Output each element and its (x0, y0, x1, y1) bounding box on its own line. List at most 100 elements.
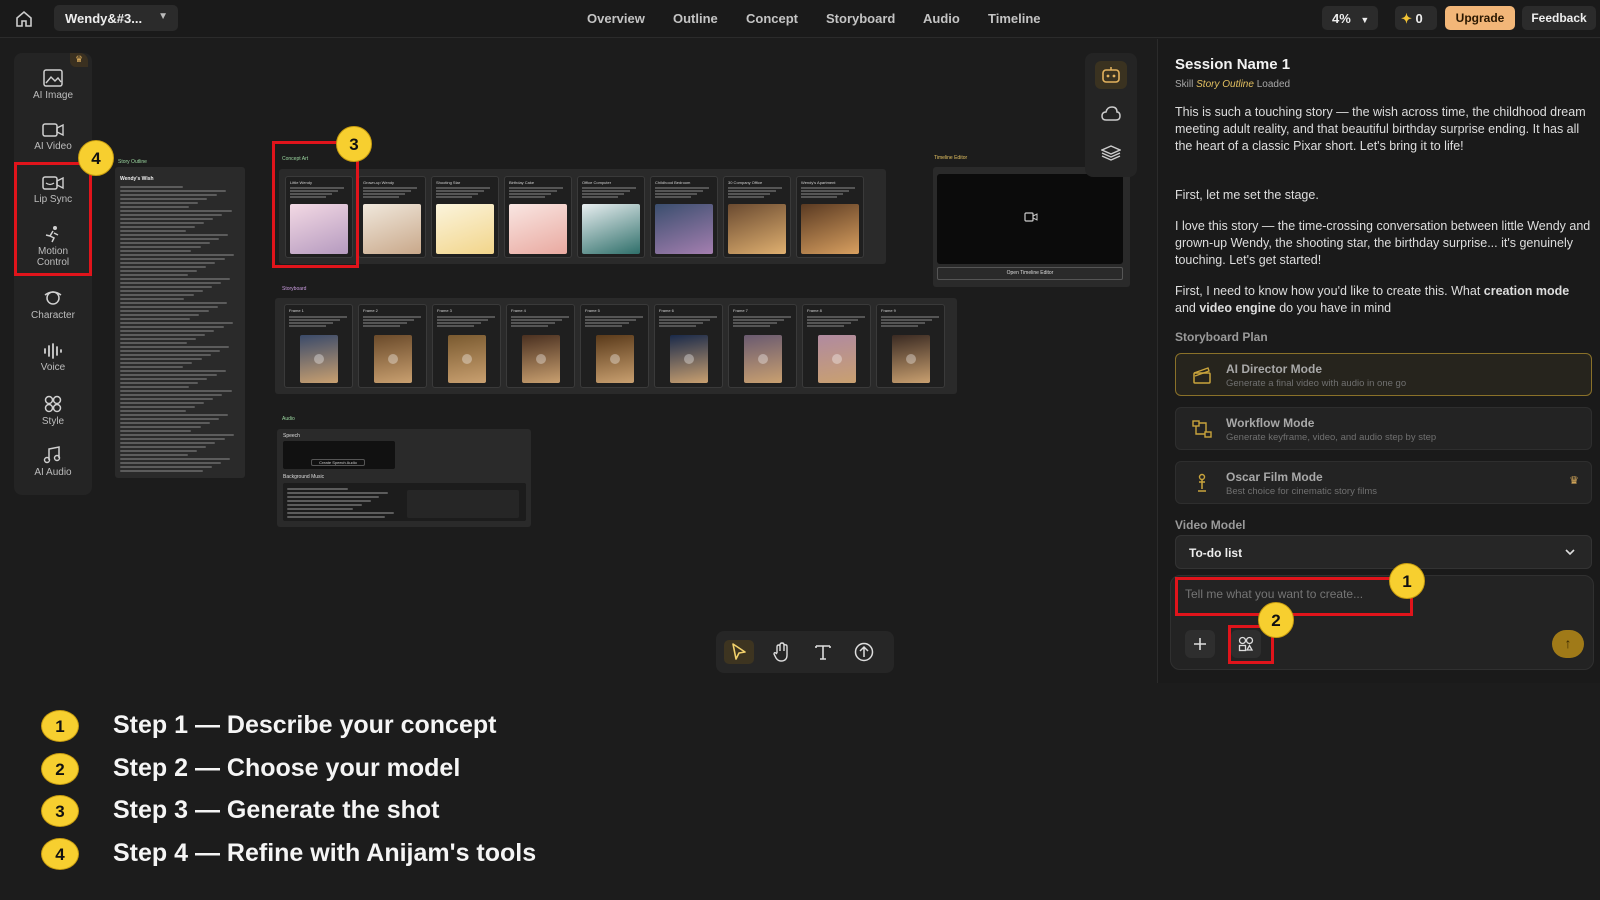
tool-ai-image[interactable]: AI Image (14, 69, 92, 101)
timeline-tag: Timeline Editor (934, 155, 968, 161)
chevron-down-icon: ▼ (1360, 15, 1370, 25)
layers-icon[interactable] (1101, 145, 1121, 161)
text-line (120, 250, 192, 252)
mode-title: Oscar Film Mode (1226, 470, 1323, 484)
text-line (120, 466, 212, 468)
canvas-side-toolbar (1085, 53, 1137, 177)
text-line (120, 274, 188, 276)
text-line (289, 316, 347, 318)
robot-icon (1102, 67, 1120, 83)
tool-character[interactable]: Character (14, 289, 92, 321)
text-line (287, 504, 362, 506)
text-line (733, 316, 791, 318)
skill-suffix: Loaded (1256, 79, 1291, 90)
play-icon[interactable] (610, 354, 620, 364)
send-button[interactable]: ↑ (1552, 630, 1584, 658)
tool-voice[interactable]: Voice (14, 343, 92, 373)
concept-card[interactable]: Shooting Star (431, 176, 499, 258)
text-line (120, 246, 201, 248)
nav-storyboard[interactable]: Storyboard (826, 11, 895, 26)
feedback-button[interactable]: Feedback (1522, 6, 1596, 30)
zoom-value: 4% (1332, 11, 1351, 26)
text-line (881, 316, 939, 318)
text-line (655, 196, 691, 198)
select-tool-button[interactable] (724, 640, 754, 664)
upgrade-button[interactable]: Upgrade (1445, 6, 1515, 30)
text-tool-button[interactable] (808, 640, 838, 664)
ai-assistant-button[interactable] (1095, 61, 1127, 89)
text-line (287, 516, 385, 518)
concept-card[interactable]: Birthday Cake (504, 176, 572, 258)
text-line (881, 325, 918, 327)
video-icon (1024, 212, 1038, 222)
concept-card-title: Childhood Bedroom (655, 180, 691, 185)
concept-card[interactable]: Childhood Bedroom (650, 176, 718, 258)
upload-icon (854, 642, 874, 662)
audio-player[interactable] (407, 490, 519, 518)
text-line (659, 319, 710, 321)
storyboard-frame[interactable]: Frame 2 (358, 304, 427, 388)
oscar-film-mode-option[interactable]: Oscar Film Mode Best choice for cinemati… (1175, 461, 1592, 504)
open-timeline-editor-button[interactable]: Open Timeline Editor (937, 267, 1123, 280)
text-line (363, 319, 414, 321)
text-line (655, 187, 709, 189)
text-line (120, 290, 203, 292)
text-line (363, 325, 400, 327)
video-model-select[interactable]: To-do list (1175, 535, 1592, 569)
add-attachment-button[interactable] (1185, 630, 1215, 658)
credits-counter[interactable]: ✦ 0 (1395, 6, 1437, 30)
create-speech-audio-button[interactable]: Create Speech Audio (311, 459, 365, 466)
storyboard-frame[interactable]: Frame 8 (802, 304, 871, 388)
arrow-up-icon: ↑ (1564, 635, 1572, 651)
video-icon (42, 123, 64, 137)
nav-audio[interactable]: Audio (923, 11, 960, 26)
play-icon[interactable] (832, 354, 842, 364)
nav-overview[interactable]: Overview (587, 11, 645, 26)
tool-style[interactable]: Style (14, 395, 92, 427)
hand-tool-button[interactable] (767, 640, 797, 664)
play-icon[interactable] (462, 354, 472, 364)
project-selector[interactable]: Wendy&#3... ▼ (54, 5, 178, 31)
text-line (120, 286, 212, 288)
concept-card[interactable]: Wendy's Apartment (796, 176, 864, 258)
ai-director-mode-option[interactable]: AI Director Mode Generate a final video … (1175, 353, 1592, 396)
concept-card[interactable]: Office Computer (577, 176, 645, 258)
storyboard-frame[interactable]: Frame 4 (506, 304, 575, 388)
storyboard-frame[interactable]: Frame 7 (728, 304, 797, 388)
skill-prefix: Skill (1175, 79, 1194, 90)
nav-concept[interactable]: Concept (746, 11, 798, 26)
concept-card[interactable]: Grown-up Wendy (358, 176, 426, 258)
nav-timeline[interactable]: Timeline (988, 11, 1041, 26)
play-icon[interactable] (536, 354, 546, 364)
assistant-message-2: First, let me set the stage. (1175, 188, 1319, 202)
audio-tag: Audio (282, 416, 295, 422)
play-icon[interactable] (388, 354, 398, 364)
concept-card-title: Wendy's Apartment (801, 180, 836, 185)
text-emphasis: creation mode (1483, 284, 1570, 298)
concept-card[interactable]: 30 Company Office (723, 176, 791, 258)
storyboard-frame[interactable]: Frame 1 (284, 304, 353, 388)
workflow-mode-option[interactable]: Workflow Mode Generate keyframe, video, … (1175, 407, 1592, 450)
play-icon[interactable] (684, 354, 694, 364)
tool-ai-audio[interactable]: AI Audio (14, 446, 92, 478)
cloud-icon[interactable] (1101, 106, 1121, 122)
tool-label: Character (31, 310, 75, 321)
hand-icon (773, 642, 788, 662)
storyboard-frame[interactable]: Frame 9 (876, 304, 945, 388)
storyboard-frame[interactable]: Frame 6 (654, 304, 723, 388)
text-line (120, 278, 231, 280)
home-icon[interactable] (14, 9, 34, 29)
play-icon[interactable] (906, 354, 916, 364)
text-line (881, 322, 925, 324)
nav-outline[interactable]: Outline (673, 11, 718, 26)
zoom-selector[interactable]: 4% ▼ (1322, 6, 1378, 30)
play-icon[interactable] (758, 354, 768, 364)
play-icon[interactable] (314, 354, 324, 364)
concept-card-title: Grown-up Wendy (363, 180, 395, 185)
text-line (363, 193, 405, 195)
skill-name: Story Outline (1196, 79, 1254, 90)
storyboard-frame[interactable]: Frame 3 (432, 304, 501, 388)
storyboard-frame[interactable]: Frame 5 (580, 304, 649, 388)
frame-thumbnail (300, 335, 338, 383)
upload-tool-button[interactable] (849, 640, 879, 664)
